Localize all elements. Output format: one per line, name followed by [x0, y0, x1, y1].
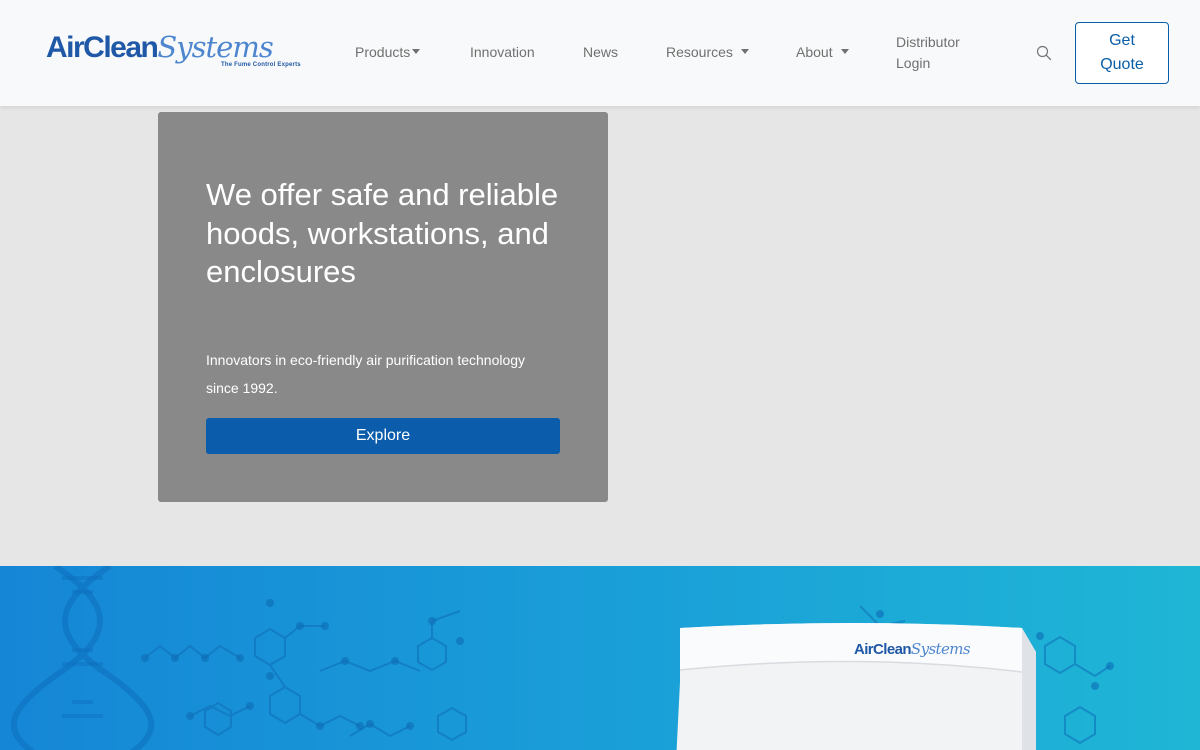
nav-resources-label: Resources: [666, 44, 733, 60]
get-quote-button[interactable]: Get Quote: [1075, 22, 1169, 84]
nav-resources[interactable]: Resources: [666, 42, 749, 63]
device-logo: AirCleanSystems: [854, 640, 971, 658]
device-logo-part2: Systems: [910, 640, 971, 658]
distributor-login-line1: Distributor: [896, 34, 960, 50]
get-quote-line1: Get: [1109, 32, 1135, 49]
logo-part-aircleaan: AirClean: [46, 31, 159, 64]
search-icon[interactable]: [1036, 45, 1052, 61]
logo-wordmark: AirCleanSystems: [46, 30, 274, 65]
nav-about[interactable]: About: [796, 42, 849, 63]
chevron-down-icon: [412, 49, 421, 54]
chevron-down-icon: [840, 49, 849, 54]
brand-logo[interactable]: AirCleanSystems The Fume Control Experts: [46, 30, 306, 74]
hero-title: We offer safe and reliable hoods, workst…: [206, 177, 559, 289]
get-quote-line2: Quote: [1100, 56, 1144, 73]
explore-button[interactable]: Explore: [206, 418, 560, 454]
distributor-login-line2: Login: [896, 55, 931, 71]
product-image-fume-hood: AirCleanSystems: [676, 622, 1040, 750]
chevron-down-icon: [740, 49, 749, 54]
nav-innovation-label: Innovation: [470, 44, 535, 60]
logo-part-systems: Systems: [157, 30, 273, 64]
nav-news-label: News: [583, 44, 619, 60]
nav-about-label: About: [796, 44, 833, 60]
nav-innovation[interactable]: Innovation: [470, 42, 535, 63]
hero-subtitle: Innovators in eco-friendly air purificat…: [206, 352, 526, 396]
nav-news[interactable]: News: [583, 42, 618, 63]
nav-distributor-login[interactable]: Distributor Login: [896, 32, 960, 74]
nav-products-label: Products: [355, 44, 411, 60]
nav-products[interactable]: Products: [355, 42, 421, 63]
device-logo-part1: AirClean: [854, 641, 911, 658]
top-navbar: AirCleanSystems The Fume Control Experts…: [0, 0, 1200, 106]
hero-card: We offer safe and reliable hoods, workst…: [158, 112, 608, 502]
logo-tagline: The Fume Control Experts: [221, 62, 301, 68]
product-banner: AirCleanSystems: [0, 566, 1200, 750]
